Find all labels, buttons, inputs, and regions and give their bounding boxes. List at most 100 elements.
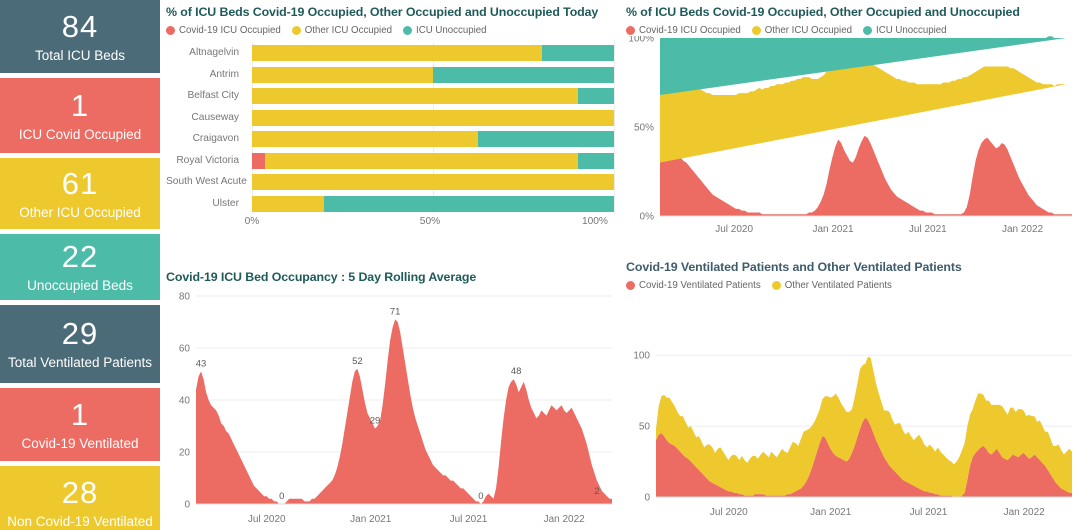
hbar-track: [252, 88, 614, 104]
legend-label: Covid-19 ICU Occupied: [639, 25, 741, 36]
ts-chart-area-br: 0 50 100 Jul 2020 Jan 2021 Jul 2021 Jan 2022: [620, 291, 1080, 519]
kpi-card-non-covid-19-ventilated[interactable]: 28 Non Covid-19 Ventilated: [0, 466, 160, 530]
data-label: 43: [196, 358, 207, 369]
hbar-segment[interactable]: [252, 66, 433, 83]
legend-swatch-icon: [863, 26, 872, 35]
kpi-label-icu-covid-occupied: ICU Covid Occupied: [18, 126, 142, 142]
data-label: 52: [352, 356, 363, 367]
hbar-row[interactable]: Belfast City: [166, 85, 620, 107]
legend-swatch-icon: [626, 281, 635, 290]
hbar-segment[interactable]: [252, 109, 614, 126]
x-axis-tick-label: Jan 2021: [812, 224, 854, 235]
hbar-row[interactable]: Antrim: [166, 64, 620, 86]
x-axis-tick-label: Jul 2021: [910, 507, 948, 518]
legend-item[interactable]: Covid-19 Ventilated Patients: [626, 280, 761, 291]
kpi-card-icu-covid-occupied[interactable]: 1 ICU Covid Occupied: [0, 78, 160, 153]
kpi-label-other-icu-occupied: Other ICU Occupied: [19, 204, 141, 220]
chart-title-ventilated-patients: Covid-19 Ventilated Patients and Other V…: [626, 260, 962, 274]
kpi-card-unoccupied-beds[interactable]: 22 Unoccupied Beds: [0, 234, 160, 300]
kpi-value-icu-covid-occupied: 1: [70, 87, 90, 123]
chart-title-icu-beds-today: % of ICU Beds Covid-19 Occupied, Other O…: [166, 5, 599, 19]
hbar-category-label: Ulster: [212, 197, 239, 209]
kpi-card-other-icu-occupied[interactable]: 61 Other ICU Occupied: [0, 158, 160, 229]
legend-swatch-icon: [166, 26, 175, 35]
x-axis-tick-label: Jan 2021: [810, 507, 852, 518]
y-axis-tick-label: 50: [639, 422, 651, 433]
hbar-segment[interactable]: [252, 88, 578, 104]
legend-item[interactable]: Other ICU Occupied: [751, 25, 852, 36]
hbar-row[interactable]: Royal Victoria: [166, 150, 620, 172]
legend-swatch-icon: [626, 26, 635, 35]
area-series[interactable]: [196, 319, 612, 504]
hbar-segment[interactable]: [577, 88, 614, 104]
legend-item[interactable]: Covid-19 ICU Occupied: [166, 25, 281, 36]
panel-covid-icu-occupancy: Covid-19 ICU Bed Occupancy : 5 Day Rolli…: [160, 265, 620, 530]
legend-item[interactable]: Covid-19 ICU Occupied: [626, 25, 741, 36]
y-axis-tick-label: 50%: [634, 123, 654, 134]
legend-item[interactable]: ICU Unoccupied: [403, 25, 487, 36]
kpi-value-total-ventilated-patients: 29: [61, 316, 99, 352]
kpi-value-unoccupied-beds: 22: [61, 239, 99, 275]
legend-label: Other ICU Occupied: [304, 25, 392, 36]
legend-swatch-icon: [403, 26, 412, 35]
hbar-track: [252, 66, 614, 83]
hbar-segment[interactable]: [541, 45, 614, 61]
hbar-segment[interactable]: [478, 131, 614, 147]
legend-label: Other ICU Occupied: [764, 25, 852, 36]
ts-chart-area-tr: 0% 50% 100% Jul 2020 Jan 2021 Jul 2021 Jan 202…: [620, 36, 1080, 236]
y-axis-tick-label: 20: [179, 448, 191, 459]
hbar-row[interactable]: Causeway: [166, 107, 620, 129]
x-axis-tick-label: Jan 2022: [1004, 507, 1046, 518]
hbar-row[interactable]: Ulster: [166, 193, 620, 215]
x-axis-tick-label: 50%: [419, 216, 441, 227]
kpi-sidebar: 84 Total ICU Beds 1 ICU Covid Occupied 61 Oth…: [0, 0, 160, 530]
x-axis-tick-label: Jul 2021: [450, 514, 488, 525]
kpi-card-total-icu-beds[interactable]: 84 Total ICU Beds: [0, 0, 160, 73]
legend-ventilated-patients: Covid-19 Ventilated Patients Other Ventil…: [620, 274, 1080, 291]
hbar-x-axis: 0% 50% 100%: [245, 214, 614, 232]
legend-label: ICU Unoccupied: [416, 25, 487, 36]
hbar-chart-area: Altnagelvin Antrim Belfast City Causeway Cra…: [160, 42, 620, 232]
chart-svg-covid-icu-occupancy: 020406080Jul 2020 Jan 2021 Jul 2021 Jan 202…: [179, 292, 612, 525]
data-label: 0: [478, 491, 483, 502]
y-axis-tick-label: 100%: [628, 36, 654, 45]
kpi-card-total-ventilated-patients[interactable]: 29 Total Ventilated Patients: [0, 305, 160, 383]
x-axis-tick-label: 100%: [581, 216, 608, 227]
legend-label: Other Ventilated Patients: [784, 280, 892, 291]
hbar-row[interactable]: South West Acute: [166, 171, 620, 193]
kpi-label-non-covid-19-ventilated: Non Covid-19 Ventilated: [7, 514, 153, 530]
hbar-segment[interactable]: [433, 66, 614, 83]
data-label: 48: [511, 366, 522, 377]
data-label: 71: [390, 306, 401, 317]
hbar-segment[interactable]: [577, 152, 614, 169]
legend-swatch-icon: [291, 26, 301, 35]
y-axis-tick-label: 0%: [640, 212, 655, 223]
data-label: 2: [594, 486, 599, 497]
hbar-category-label: Craigavon: [192, 133, 239, 144]
hbar-segment[interactable]: [324, 195, 614, 212]
kpi-card-covid-19-ventilated[interactable]: 1 Covid-19 Ventilated: [0, 388, 160, 461]
hbar-segment[interactable]: [252, 45, 542, 61]
hbar-category-label: Causeway: [191, 111, 239, 123]
legend-item[interactable]: Other Ventilated Patients: [771, 280, 892, 291]
hbar-segment[interactable]: [252, 174, 614, 190]
hbar-row[interactable]: Altnagelvin: [166, 42, 620, 64]
legend-icu-beds-today: Covid-19 ICU Occupied Other ICU Occupied I…: [160, 19, 620, 36]
data-label: 29: [370, 416, 381, 427]
kpi-label-total-ventilated-patients: Total Ventilated Patients: [7, 355, 153, 371]
kpi-value-other-icu-occupied: 61: [61, 165, 99, 201]
hbar-row[interactable]: Craigavon: [166, 128, 620, 150]
legend-swatch-icon: [771, 281, 781, 290]
hbar-segment[interactable]: [252, 195, 325, 212]
ts-chart-area-bl: 0 20 40 60 80 Jul 2020 Jan 2021 Jul 2021 Jan 202…: [160, 284, 620, 526]
x-axis-tick-label: Jan 2022: [1002, 224, 1044, 235]
hbar-category-label: Belfast City: [187, 90, 239, 101]
legend-item[interactable]: ICU Unoccupied: [863, 25, 947, 36]
hbar-segment[interactable]: [252, 152, 265, 169]
legend-item[interactable]: Other ICU Occupied: [291, 25, 392, 36]
panel-icu-beds-today: % of ICU Beds Covid-19 Occupied, Other O…: [160, 0, 620, 265]
legend-label: ICU Unoccupied: [876, 25, 947, 36]
hbar-segment[interactable]: [264, 152, 578, 169]
hbar-track: [252, 152, 614, 169]
hbar-segment[interactable]: [252, 131, 479, 147]
